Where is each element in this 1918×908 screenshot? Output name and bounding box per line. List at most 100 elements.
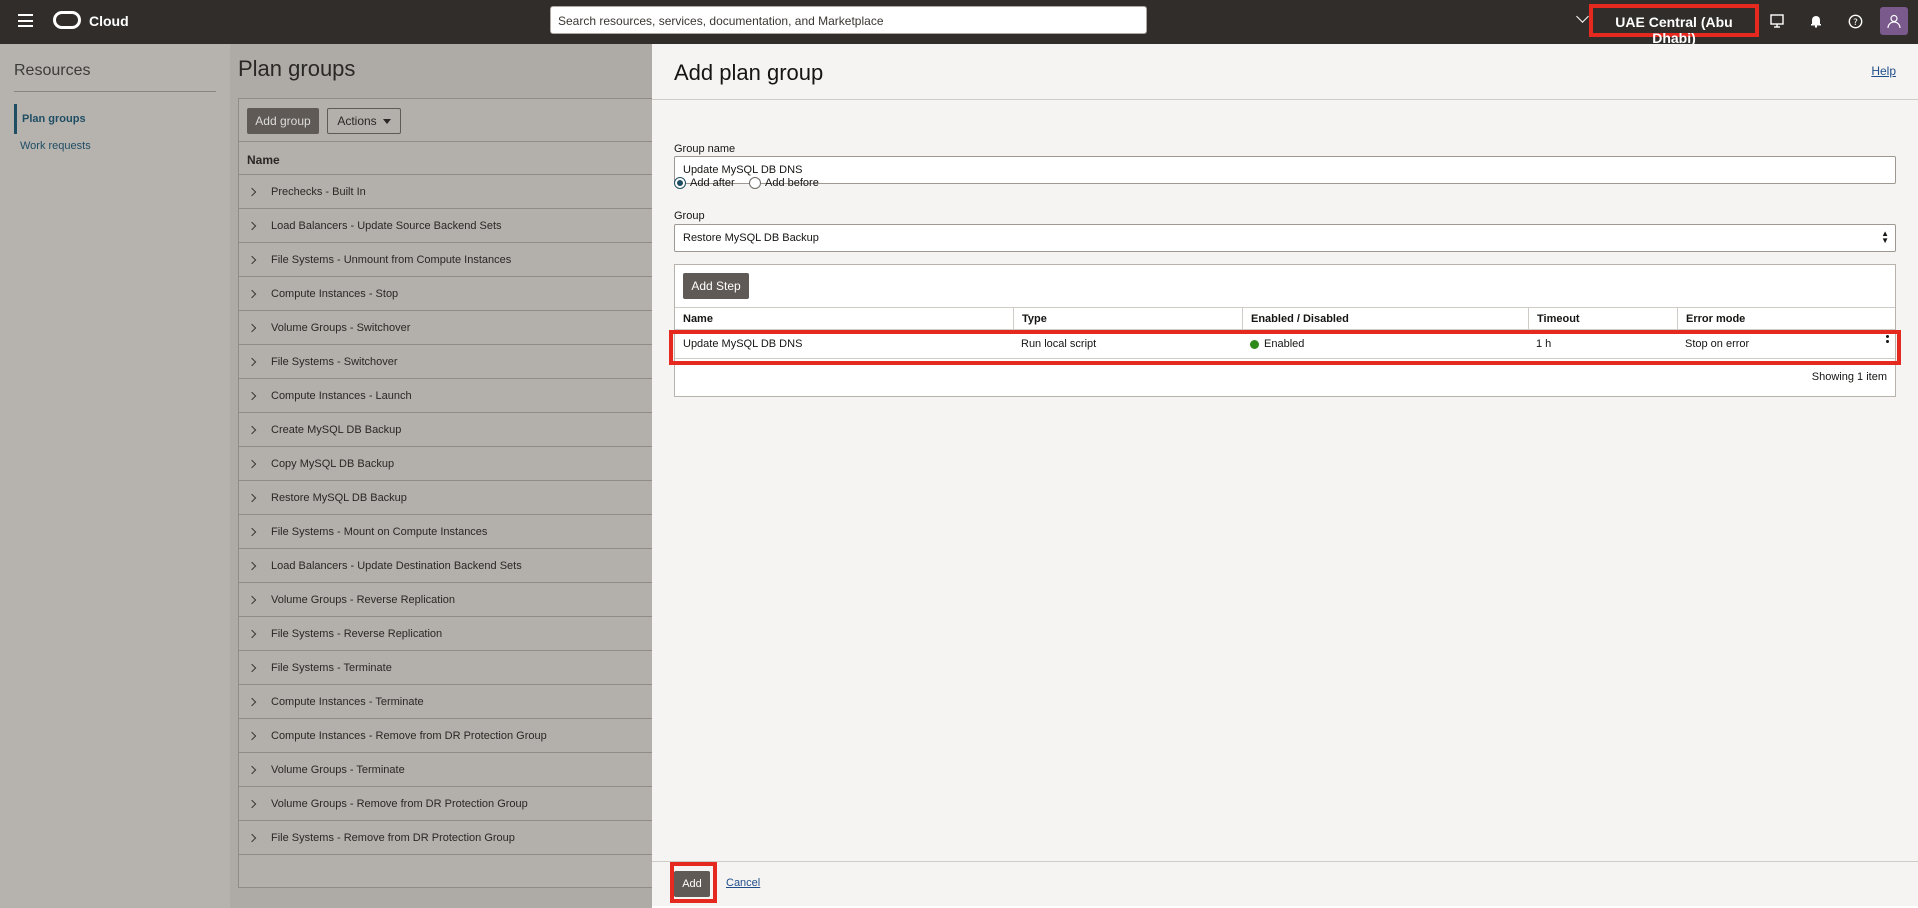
chevron-right-icon[interactable]: [247, 765, 257, 774]
cloud-logo-icon[interactable]: [53, 11, 81, 29]
chevron-right-icon[interactable]: [247, 595, 257, 604]
radio-add-after[interactable]: Add after: [674, 177, 735, 189]
column-header-timeout: Timeout: [1528, 308, 1677, 329]
plan-group-name: Volume Groups - Terminate: [271, 763, 405, 776]
nav-item-work-requests[interactable]: Work requests: [14, 131, 91, 161]
add-group-button[interactable]: Add group: [247, 108, 319, 134]
plan-group-name: Copy MySQL DB Backup: [271, 457, 395, 470]
list-item[interactable]: Compute Instances - Launch: [239, 379, 653, 413]
plan-group-name: Restore MySQL DB Backup: [271, 491, 407, 504]
chevron-right-icon[interactable]: [247, 459, 257, 468]
chevron-right-icon[interactable]: [247, 697, 257, 706]
resources-nav: Resources Plan groups Work requests: [0, 44, 230, 908]
region-selector[interactable]: UAE Central (Abu Dhabi): [1589, 4, 1759, 46]
chevron-right-icon[interactable]: [247, 391, 257, 400]
help-link[interactable]: Help: [1871, 64, 1896, 78]
step-timeout: 1 h: [1536, 338, 1552, 350]
plan-group-name: Compute Instances - Stop: [271, 287, 399, 300]
list-item[interactable]: File Systems - Remove from DR Protection…: [239, 821, 653, 855]
cancel-link[interactable]: Cancel: [726, 877, 760, 889]
plan-group-name: File Systems - Switchover: [271, 355, 398, 368]
user-avatar-icon[interactable]: [1880, 7, 1908, 35]
main-content: Plan groups Add group Actions Name Prech…: [230, 44, 653, 908]
svg-text:?: ?: [1853, 18, 1858, 28]
chevron-right-icon[interactable]: [247, 289, 257, 298]
table-row[interactable]: Update MySQL DB DNS Run local script Ena…: [675, 330, 1895, 359]
list-item[interactable]: File Systems - Mount on Compute Instance…: [239, 515, 653, 549]
divider: [652, 99, 1918, 100]
list-item[interactable]: File Systems - Reverse Replication: [239, 617, 653, 651]
plan-groups-table: Add group Actions Name Prechecks - Built…: [238, 98, 653, 888]
list-item[interactable]: Volume Groups - Switchover: [239, 311, 653, 345]
step-status-label: Enabled: [1264, 338, 1305, 350]
chevron-right-icon[interactable]: [247, 799, 257, 808]
kebab-menu-icon[interactable]: [1879, 330, 1889, 358]
list-item[interactable]: Load Balancers - Update Source Backend S…: [239, 209, 653, 243]
list-item[interactable]: Copy MySQL DB Backup: [239, 447, 653, 481]
list-item[interactable]: File Systems - Terminate: [239, 651, 653, 685]
plan-group-list: Prechecks - Built In Load Balancers - Upd…: [239, 175, 653, 855]
list-item[interactable]: Volume Groups - Reverse Replication: [239, 583, 653, 617]
actions-dropdown[interactable]: Actions: [327, 108, 401, 134]
chevron-right-icon[interactable]: [247, 493, 257, 502]
enabled-status-icon: [1250, 339, 1259, 349]
divider: [14, 91, 216, 92]
bell-icon[interactable]: [1806, 11, 1826, 31]
plan-group-name: Volume Groups - Remove from DR Protectio…: [271, 797, 528, 810]
group-name-input[interactable]: Update MySQL DB DNS: [674, 156, 1896, 184]
chevron-right-icon[interactable]: [247, 323, 257, 332]
list-item[interactable]: Restore MySQL DB Backup: [239, 481, 653, 515]
chevron-right-icon[interactable]: [247, 527, 257, 536]
step-name: Update MySQL DB DNS: [683, 338, 803, 350]
list-item[interactable]: Compute Instances - Terminate: [239, 685, 653, 719]
chevron-right-icon[interactable]: [247, 425, 257, 434]
list-item[interactable]: Create MySQL DB Backup: [239, 413, 653, 447]
list-item[interactable]: File Systems - Unmount from Compute Inst…: [239, 243, 653, 277]
list-item[interactable]: Volume Groups - Terminate: [239, 753, 653, 787]
top-bar: Cloud Search resources, services, docume…: [0, 0, 1918, 46]
add-plan-group-drawer: Add plan group Help Group name Update My…: [652, 44, 1918, 906]
group-select-value: Restore MySQL DB Backup: [683, 232, 819, 244]
add-step-button[interactable]: Add Step: [683, 273, 749, 299]
plan-group-name: File Systems - Unmount from Compute Inst…: [271, 253, 512, 266]
chevron-right-icon[interactable]: [247, 187, 257, 196]
chevron-right-icon[interactable]: [247, 255, 257, 264]
chevron-right-icon[interactable]: [247, 833, 257, 842]
radio-unselected-icon: [749, 177, 761, 189]
chevron-right-icon[interactable]: [247, 629, 257, 638]
add-button[interactable]: Add: [674, 871, 710, 897]
chevron-right-icon[interactable]: [247, 221, 257, 230]
step-error-mode: Stop on error: [1685, 338, 1750, 350]
chevron-right-icon[interactable]: [247, 731, 257, 740]
group-select[interactable]: Restore MySQL DB Backup ▲ ▼: [674, 224, 1896, 252]
plan-group-name: File Systems - Reverse Replication: [271, 627, 443, 640]
brand-name[interactable]: Cloud: [89, 13, 129, 29]
resources-title: Resources: [14, 62, 91, 79]
help-icon[interactable]: ?: [1845, 11, 1865, 31]
page-title: Plan groups: [238, 56, 356, 81]
hamburger-icon[interactable]: [18, 14, 33, 27]
chevron-right-icon[interactable]: [247, 357, 257, 366]
chevron-down-icon[interactable]: [1576, 10, 1589, 23]
list-item[interactable]: Compute Instances - Stop: [239, 277, 653, 311]
list-item[interactable]: Compute Instances - Remove from DR Prote…: [239, 719, 653, 753]
developer-tools-icon[interactable]: [1767, 11, 1787, 31]
plan-group-name: Prechecks - Built In: [271, 185, 366, 198]
list-item[interactable]: Volume Groups - Remove from DR Protectio…: [239, 787, 653, 821]
step-type: Run local script: [1021, 338, 1097, 350]
list-item[interactable]: File Systems - Switchover: [239, 345, 653, 379]
plan-group-name: Compute Instances - Remove from DR Prote…: [271, 729, 547, 742]
search-input[interactable]: Search resources, services, documentatio…: [550, 6, 1147, 34]
step-status: Enabled: [1242, 330, 1304, 358]
plan-group-name: Load Balancers - Update Destination Back…: [271, 559, 522, 572]
chevron-right-icon[interactable]: [247, 561, 257, 570]
list-item[interactable]: Prechecks - Built In: [239, 175, 653, 209]
nav-item-plan-groups[interactable]: Plan groups: [14, 104, 86, 134]
radio-add-before[interactable]: Add before: [749, 177, 819, 189]
select-arrows-icon: ▲ ▼: [1881, 229, 1889, 245]
chevron-right-icon[interactable]: [247, 663, 257, 672]
drawer-footer: Add Cancel: [652, 861, 1918, 906]
list-item[interactable]: Load Balancers - Update Destination Back…: [239, 549, 653, 583]
item-count: Showing 1 item: [1811, 371, 1887, 383]
radio-selected-icon: [674, 177, 686, 189]
